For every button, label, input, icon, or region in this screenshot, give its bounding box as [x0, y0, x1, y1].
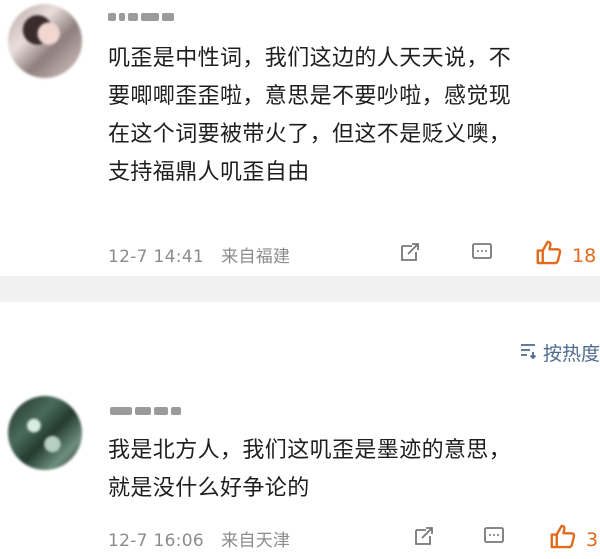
comment-location: 来自天津: [221, 531, 291, 551]
comment-date: 12-7 14:41: [108, 247, 204, 267]
sort-label: 按热度: [542, 343, 600, 365]
comment-date: 12-7 16:06: [108, 531, 204, 551]
section-divider: [0, 276, 600, 302]
comment-text-line: 要唧唧歪歪啦，意思是不要吵啦，感觉现: [108, 84, 512, 109]
avatar[interactable]: [8, 4, 82, 78]
like-count: 18: [572, 244, 597, 267]
comment-text: 叽歪是中性词，我们这边的人天天说，不 要唧唧歪歪啦，意思是不要吵啦，感觉现 在这…: [108, 40, 511, 192]
comment-meta: 12-7 14:41 来自福建: [108, 242, 290, 267]
comment-icon[interactable]: [480, 522, 508, 550]
username-blurred[interactable]: [110, 402, 181, 420]
comment-text-line: 在这个词要被带火了，但这不是贬义噢，: [108, 122, 512, 147]
username-blurred[interactable]: [108, 8, 174, 26]
like-count: 3: [586, 528, 599, 551]
comment-text-line: 我是北方人，我们这叽歪是墨迹的意思，: [108, 438, 512, 463]
comment-meta: 12-7 16:06 来自天津: [108, 526, 290, 551]
sort-icon: [518, 340, 538, 365]
comment-location: 来自福建: [221, 247, 291, 267]
like-button[interactable]: 3: [548, 522, 598, 557]
comment-icon[interactable]: [468, 238, 496, 266]
thumbs-up-icon: [534, 238, 564, 273]
avatar[interactable]: [8, 396, 82, 470]
sort-by-hotness-button[interactable]: 按热度: [518, 339, 600, 366]
comment-text-line: 支持福鼎人叽歪自由: [108, 160, 310, 185]
thumbs-up-icon: [548, 522, 578, 557]
like-button[interactable]: 18: [534, 238, 596, 273]
comment-text-line: 叽歪是中性词，我们这边的人天天说，不: [108, 46, 512, 71]
comment-text-line: 就是没什么好争论的: [108, 476, 310, 501]
repost-icon[interactable]: [410, 522, 438, 550]
comment-text: 我是北方人，我们这叽歪是墨迹的意思， 就是没什么好争论的: [108, 432, 511, 508]
repost-icon[interactable]: [396, 238, 424, 266]
